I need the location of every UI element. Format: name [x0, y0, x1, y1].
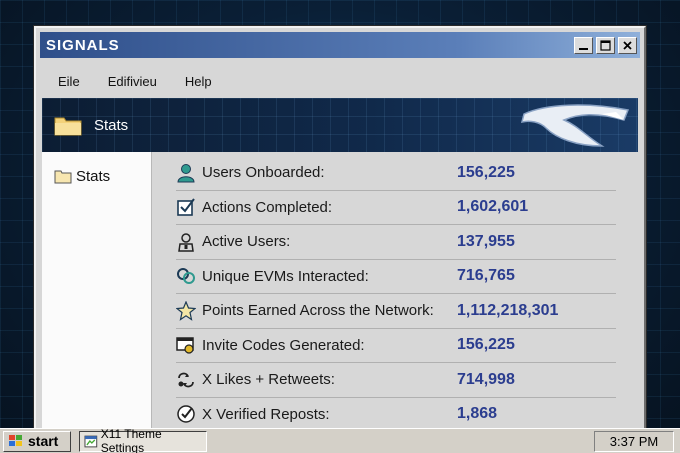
sidebar: Stats: [42, 152, 152, 428]
close-button[interactable]: [618, 36, 637, 54]
stat-value: 1,602,601: [457, 198, 529, 216]
taskbar: start X11 Theme Settings 3:37 PM: [0, 427, 680, 453]
stats-list: Users Onboarded: 156,225 Actions Complet…: [176, 156, 616, 429]
folder-icon: [54, 117, 82, 136]
settings-window-icon: [84, 435, 98, 447]
start-button[interactable]: start: [3, 430, 71, 452]
checkbox-icon: [176, 197, 196, 217]
stat-value: 156,225: [457, 163, 515, 181]
taskbar-item-x11-theme-settings[interactable]: X11 Theme Settings: [79, 427, 207, 453]
window-title: SIGNALS: [46, 36, 120, 54]
maximize-button[interactable]: [596, 36, 615, 54]
stat-row-x-likes-retweets: X Likes + Retweets: 714,998: [176, 363, 616, 398]
retweet-icon: [176, 370, 196, 390]
windows-logo-icon: [9, 435, 22, 446]
task-label: X11 Theme Settings: [100, 427, 162, 453]
stat-row-x-verified-reposts: X Verified Reposts: 1,868: [176, 398, 616, 429]
stat-label: Users Onboarded:: [202, 164, 325, 182]
stat-row-unique-evms: Unique EVMs Interacted: 716,765: [176, 260, 616, 294]
sidebar-item-label: Stats: [76, 168, 111, 185]
folder-icon: [54, 170, 72, 184]
brand-logo: [520, 104, 630, 147]
clock-text: 3:37 PM: [609, 434, 659, 449]
stat-label: Points Earned Across the Network:: [202, 302, 434, 320]
banner-title: Stats: [94, 116, 129, 134]
verified-check-icon: [176, 404, 196, 424]
stat-label: X Likes + Retweets:: [202, 371, 335, 389]
user-icon: [176, 163, 196, 183]
stat-label: Active Users:: [202, 233, 291, 251]
menu-file[interactable]: Eile: [42, 74, 90, 89]
signals-window: SIGNALS Eile Edifivieu Help Stats Stats …: [34, 26, 646, 430]
stat-row-users-onboarded: Users Onboarded: 156,225: [176, 156, 616, 191]
star-icon: [176, 300, 196, 321]
maximize-icon: [600, 39, 611, 51]
stat-row-invite-codes: Invite Codes Generated: 156,225: [176, 329, 616, 363]
stat-value: 716,765: [457, 267, 515, 285]
menu-bar: Eile Edifivieu Help: [42, 68, 638, 94]
stat-value: 1,868: [457, 405, 498, 423]
ticket-icon: [176, 335, 196, 355]
stat-value: 714,998: [457, 370, 515, 388]
system-clock: 3:37 PM: [594, 431, 674, 452]
minimize-icon: [579, 47, 588, 50]
stat-label: Unique EVMs Interacted:: [202, 267, 369, 285]
minimize-button[interactable]: [574, 36, 593, 54]
header-banner: Stats: [42, 98, 638, 152]
link-icon: [176, 266, 196, 286]
start-label: start: [28, 433, 59, 449]
sidebar-item-stats[interactable]: Stats: [54, 168, 151, 185]
menu-help[interactable]: Help: [167, 74, 222, 89]
stat-row-actions-completed: Actions Completed: 1,602,601: [176, 191, 616, 225]
stat-value: 156,225: [457, 336, 515, 354]
close-icon: [623, 40, 632, 50]
menu-edit-view[interactable]: Edifivieu: [90, 74, 167, 89]
person-icon: [176, 232, 196, 252]
stat-value: 137,955: [457, 232, 515, 250]
window-titlebar[interactable]: SIGNALS: [40, 32, 640, 58]
stat-value: 1,112,218,301: [457, 301, 559, 319]
stat-label: Invite Codes Generated:: [202, 336, 365, 354]
stat-label: Actions Completed:: [202, 198, 333, 216]
stat-row-points-earned: Points Earned Across the Network: 1,112,…: [176, 294, 616, 329]
stat-label: X Verified Reposts:: [202, 405, 330, 423]
stat-row-active-users: Active Users: 137,955: [176, 225, 616, 260]
